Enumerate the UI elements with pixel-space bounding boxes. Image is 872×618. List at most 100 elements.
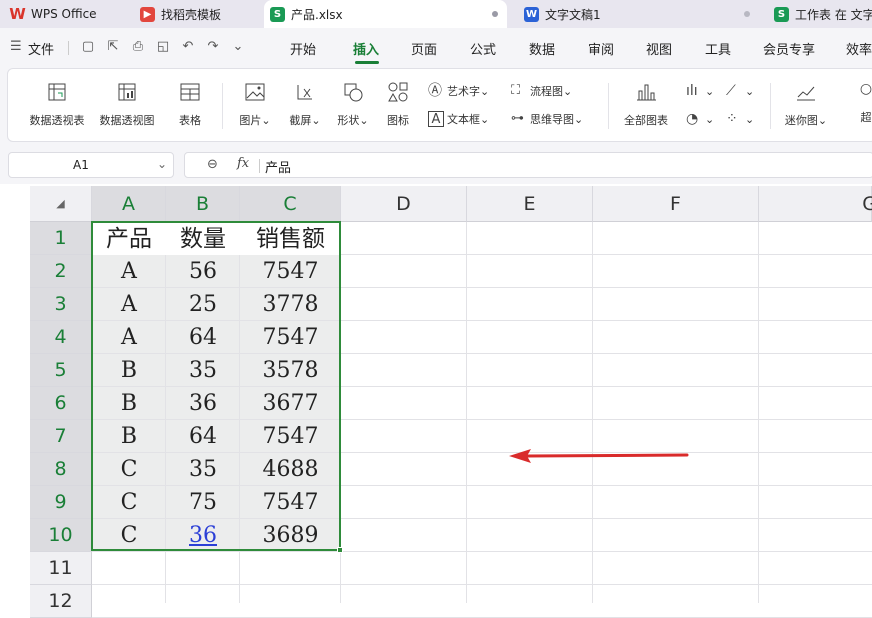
mindmap-button[interactable]: ⊶ 思维导图 ⌄ (511, 111, 583, 127)
menu-efficiency[interactable]: 效率 (846, 39, 872, 58)
menu-view[interactable]: 视图 (646, 39, 672, 58)
hamburger-icon[interactable]: ☰ (10, 39, 22, 54)
row-header-2[interactable]: 2 (30, 255, 92, 288)
save-icon[interactable]: ▢ (80, 39, 96, 55)
redo-icon[interactable]: ↷ (205, 39, 221, 55)
formula-content: 产品 (265, 161, 292, 176)
tab-label: 找稻壳模板 (161, 7, 222, 22)
chevron-down-icon: ⌄ (705, 84, 715, 98)
column-chart-button[interactable]: ılı ⌄ (686, 83, 714, 99)
tab-label: 文字文稿1 (545, 7, 601, 22)
column-header-a[interactable]: A (92, 186, 166, 222)
row-header-5[interactable]: 5 (30, 354, 92, 387)
icon-label: 图标 (387, 114, 409, 127)
column-header-f[interactable]: F (593, 186, 759, 222)
print-preview-icon[interactable]: ◱ (155, 39, 171, 55)
more-button[interactable]: ○ 超 (854, 81, 872, 125)
wordart-button[interactable]: Ⓐ 艺术字 ⌄ (428, 83, 489, 99)
fill-handle[interactable] (337, 547, 343, 553)
flowchart-button[interactable]: ⛶ 流程图 ⌄ (511, 83, 572, 99)
row-header-10[interactable]: 10 (30, 519, 92, 552)
menu-file[interactable]: 文件 (28, 39, 54, 58)
chevron-down-icon: ⌄ (480, 84, 490, 98)
divider (68, 41, 69, 55)
grid-row-line (92, 584, 872, 585)
column-header-g[interactable]: G (759, 186, 872, 222)
screenshot-button[interactable]: 截屏⌄ (282, 81, 328, 128)
row-header-4[interactable]: 4 (30, 321, 92, 354)
writer-icon: W (524, 6, 539, 22)
row-header-7[interactable]: 7 (30, 420, 92, 453)
sparkline-label: 迷你图⌄ (784, 114, 828, 127)
icon-button[interactable]: 图标 (380, 81, 416, 128)
sparkline-button[interactable]: 迷你图⌄ (778, 81, 834, 128)
tab-worksheet[interactable]: S 工作表 在 文字 (768, 0, 872, 28)
column-header-e[interactable]: E (467, 186, 593, 222)
name-box[interactable]: A1 ⌄ (8, 152, 174, 178)
menu-home[interactable]: 开始 (290, 39, 316, 58)
fx-icon[interactable]: fx (237, 156, 249, 171)
grid-column-line (466, 222, 467, 603)
row-header-9[interactable]: 9 (30, 486, 92, 519)
wps-logo-icon: W (9, 5, 26, 23)
icons-library-icon (388, 82, 408, 102)
pivot-chart-button[interactable]: 数据透视图 (96, 81, 158, 128)
row-header-11[interactable]: 11 (30, 552, 92, 585)
menu-page[interactable]: 页面 (411, 39, 437, 58)
shape-icon (344, 83, 363, 102)
menu-tools[interactable]: 工具 (705, 39, 731, 58)
table-button[interactable]: 表格 (170, 81, 210, 128)
menu-formula[interactable]: 公式 (470, 39, 496, 58)
chevron-down-icon: ⌄ (705, 112, 715, 126)
menu-insert[interactable]: 插入 (353, 39, 379, 58)
chevron-down-icon: ⌄ (480, 112, 490, 126)
ribbon: 数据透视表 数据透视图 表格 图片⌄ 截屏⌄ 形状⌄ 图标 Ⓐ 艺术字 ⌄ A … (0, 66, 872, 146)
row-header-12[interactable]: 12 (30, 585, 92, 618)
wordart-icon: Ⓐ (428, 83, 442, 99)
red-arrow-annotation (509, 449, 689, 463)
row-header-1[interactable]: 1 (30, 222, 92, 255)
picture-button[interactable]: 图片⌄ (232, 81, 278, 128)
pivot-table-label: 数据透视表 (29, 114, 85, 127)
shape-button[interactable]: 形状⌄ (330, 81, 376, 128)
selection-border (91, 221, 341, 551)
scatter-chart-icon: ⁘ (726, 111, 738, 127)
bar-chart-icon (637, 84, 656, 101)
row-header-3[interactable]: 3 (30, 288, 92, 321)
select-all-corner[interactable]: ◢ (30, 186, 92, 222)
ribbon-panel: 数据透视表 数据透视图 表格 图片⌄ 截屏⌄ 形状⌄ 图标 Ⓐ 艺术字 ⌄ A … (7, 68, 872, 142)
screenshot-label: 截屏⌄ (289, 114, 321, 127)
pivot-table-button[interactable]: 数据透视表 (26, 81, 88, 128)
export-icon[interactable]: ⇱ (105, 39, 121, 55)
zoom-icon[interactable]: ⊖ (207, 157, 218, 172)
tab-writer-doc[interactable]: W 文字文稿1 (518, 0, 758, 28)
tab-wps-office[interactable]: W WPS Office (4, 0, 122, 28)
menu-member[interactable]: 会员专享 (763, 39, 815, 58)
row-header-6[interactable]: 6 (30, 387, 92, 420)
textbox-button[interactable]: A 文本框 ⌄ (428, 111, 489, 127)
chevron-down-icon: ⌄ (745, 84, 755, 98)
menu-bar: ☰ 文件 ▢ ⇱ ⎙ ◱ ↶ ↷ ⌄ 开始 插入 页面 公式 数据 审阅 视图 … (0, 28, 872, 66)
row-header-8[interactable]: 8 (30, 453, 92, 486)
scatter-chart-button[interactable]: ⁘ ⌄ (726, 111, 754, 127)
pie-chart-button[interactable]: ◔ ⌄ (686, 111, 714, 127)
tab-docer[interactable]: ▶ 找稻壳模板 (134, 0, 254, 28)
active-menu-underline (355, 61, 379, 64)
tab-product-xlsx[interactable]: S 产品.xlsx (264, 0, 507, 28)
column-header-d[interactable]: D (341, 186, 467, 222)
all-charts-button[interactable]: 全部图表 (618, 81, 674, 128)
menu-review[interactable]: 审阅 (588, 39, 614, 58)
line-chart-button[interactable]: ⟋ ⌄ (726, 83, 754, 99)
formula-bar: A1 ⌄ ⊖ fx 产品 (0, 146, 872, 184)
divider (259, 159, 260, 173)
chevron-down-icon[interactable]: ⌄ (157, 157, 167, 171)
picture-label: 图片⌄ (239, 114, 271, 127)
formula-input[interactable]: ⊖ fx 产品 (184, 152, 872, 178)
column-header-c[interactable]: C (240, 186, 341, 222)
print-icon[interactable]: ⎙ (130, 39, 146, 55)
chevron-down-icon[interactable]: ⌄ (230, 39, 246, 55)
menu-data[interactable]: 数据 (529, 39, 555, 58)
undo-icon[interactable]: ↶ (180, 39, 196, 55)
tab-label: 工作表 在 文字 (795, 7, 872, 22)
column-header-b[interactable]: B (166, 186, 240, 222)
